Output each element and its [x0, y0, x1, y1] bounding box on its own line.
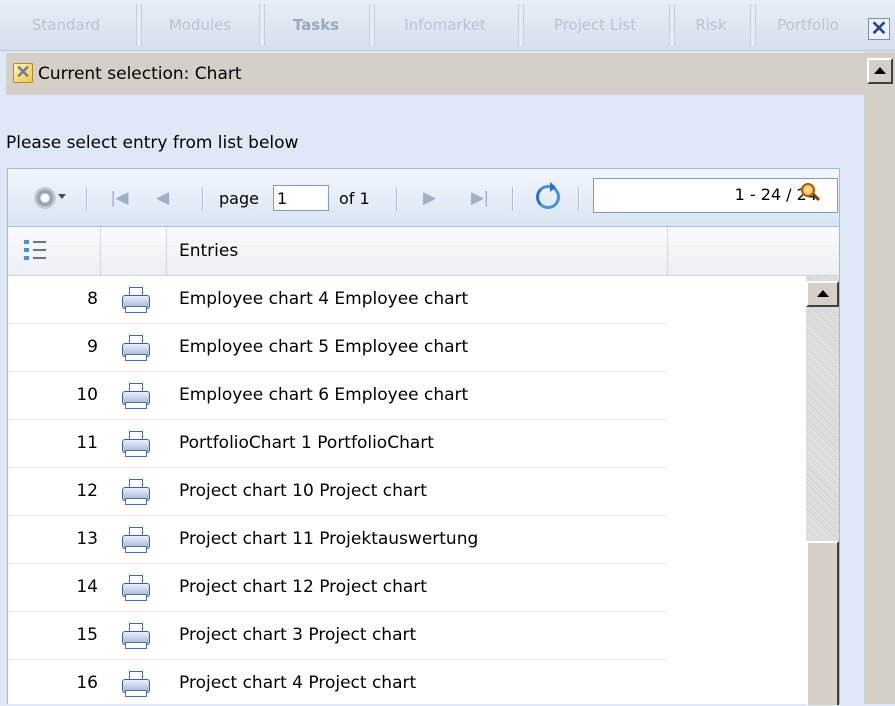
- arrow-up-icon: [816, 290, 829, 297]
- row-number: 13: [76, 529, 98, 549]
- table-row[interactable]: 11 PortfolioChart 1 PortfolioChart: [8, 420, 668, 468]
- table-row[interactable]: 12 Project chart 10 Project chart: [8, 468, 668, 516]
- row-number: 10: [76, 385, 98, 405]
- instruction-text: Please select entry from list below: [6, 133, 299, 153]
- row-number: 16: [76, 673, 98, 693]
- row-entry: Employee chart 4 Employee chart: [179, 289, 469, 309]
- tab-portfolio[interactable]: Portfolio: [757, 6, 859, 44]
- toolbar-divider: [202, 187, 204, 211]
- row-number: 15: [76, 625, 98, 645]
- table-row[interactable]: 8 Employee chart 4 Employee chart: [8, 276, 668, 324]
- row-entry: Project chart 3 Project chart: [179, 625, 417, 645]
- prev-page-icon[interactable]: ◀: [156, 188, 169, 208]
- row-number: 9: [87, 337, 98, 357]
- row-entry: Project chart 12 Project chart: [179, 577, 427, 597]
- first-page-icon[interactable]: |◀: [111, 188, 129, 208]
- row-entry: Employee chart 6 Employee chart: [179, 385, 469, 405]
- column-header-type[interactable]: [101, 227, 167, 275]
- last-page-icon[interactable]: ▶|: [471, 188, 489, 208]
- tab-divider: [136, 4, 142, 46]
- table-row[interactable]: 10 Employee chart 6 Employee chart: [8, 372, 668, 420]
- printer-icon[interactable]: [121, 383, 151, 409]
- printer-icon[interactable]: [121, 287, 151, 313]
- scroll-up-button[interactable]: [867, 58, 893, 84]
- row-entry: Project chart 11 Projektauswertung: [179, 529, 479, 549]
- paging-toolbar: |◀ ◀ page of 1 ▶ ▶| 1 - 24 / 24: [8, 169, 839, 227]
- printer-icon[interactable]: [121, 527, 151, 553]
- page-total-label: of 1: [339, 189, 370, 208]
- column-header-number[interactable]: [8, 227, 101, 275]
- printer-icon[interactable]: [121, 575, 151, 601]
- tab-modules[interactable]: Modules: [144, 6, 256, 44]
- current-selection-bar: ✕ Current selection: Chart: [6, 52, 864, 95]
- scroll-up-button[interactable]: [806, 281, 839, 307]
- numbered-list-icon: [24, 239, 46, 261]
- entries-grid: |◀ ◀ page of 1 ▶ ▶| 1 - 24 / 24 Entries …: [7, 168, 840, 706]
- tab-project-list[interactable]: Project List: [524, 6, 666, 44]
- tab-divider: [259, 4, 265, 46]
- row-number: 8: [87, 289, 98, 309]
- row-entry: Employee chart 5 Employee chart: [179, 337, 469, 357]
- tab-bar: Standard Modules Tasks Infomarket Projec…: [0, 0, 895, 51]
- current-selection-text: Current selection: Chart: [38, 64, 242, 84]
- grid-body: 8 Employee chart 4 Employee chart 9 Empl…: [8, 276, 668, 706]
- row-number: 14: [76, 577, 98, 597]
- toolbar-divider: [578, 187, 580, 211]
- refresh-icon[interactable]: [536, 182, 560, 209]
- printer-icon[interactable]: [121, 431, 151, 457]
- row-entry: PortfolioChart 1 PortfolioChart: [179, 433, 434, 453]
- printer-icon[interactable]: [121, 479, 151, 505]
- row-number: 11: [76, 433, 98, 453]
- table-row[interactable]: 13 Project chart 11 Projektauswertung: [8, 516, 668, 564]
- grid-scrollbar[interactable]: [806, 276, 839, 705]
- chevron-down-icon[interactable]: [58, 194, 66, 199]
- search-icon[interactable]: [801, 183, 815, 197]
- column-header-entries[interactable]: Entries: [167, 227, 668, 275]
- tab-infomarket[interactable]: Infomarket: [375, 6, 515, 44]
- toolbar-divider: [396, 187, 398, 211]
- toolbar-divider: [512, 187, 514, 211]
- next-page-icon[interactable]: ▶: [423, 188, 436, 208]
- row-number: 12: [76, 481, 98, 501]
- printer-icon[interactable]: [121, 671, 151, 697]
- table-row[interactable]: 16 Project chart 4 Project chart: [8, 660, 668, 706]
- arrow-up-icon: [874, 67, 886, 74]
- tab-risk[interactable]: Risk: [675, 6, 747, 44]
- printer-icon[interactable]: [121, 335, 151, 361]
- close-icon[interactable]: ✕: [868, 18, 890, 40]
- table-row[interactable]: 14 Project chart 12 Project chart: [8, 564, 668, 612]
- tab-tasks[interactable]: Tasks: [266, 6, 366, 44]
- page-scrollbar[interactable]: [864, 52, 895, 704]
- tab-standard[interactable]: Standard: [0, 6, 132, 44]
- scroll-thumb[interactable]: [806, 541, 839, 705]
- page-label: page: [219, 189, 259, 208]
- toolbar-divider: [86, 187, 88, 211]
- gear-icon[interactable]: [34, 187, 56, 209]
- printer-icon[interactable]: [121, 623, 151, 649]
- clear-selection-icon[interactable]: ✕: [13, 63, 33, 83]
- table-row[interactable]: 15 Project chart 3 Project chart: [8, 612, 668, 660]
- row-entry: Project chart 10 Project chart: [179, 481, 427, 501]
- tab-divider: [750, 4, 756, 46]
- row-entry: Project chart 4 Project chart: [179, 673, 417, 693]
- table-row[interactable]: 9 Employee chart 5 Employee chart: [8, 324, 668, 372]
- page-number-input[interactable]: [273, 185, 329, 211]
- grid-header: Entries: [8, 227, 839, 276]
